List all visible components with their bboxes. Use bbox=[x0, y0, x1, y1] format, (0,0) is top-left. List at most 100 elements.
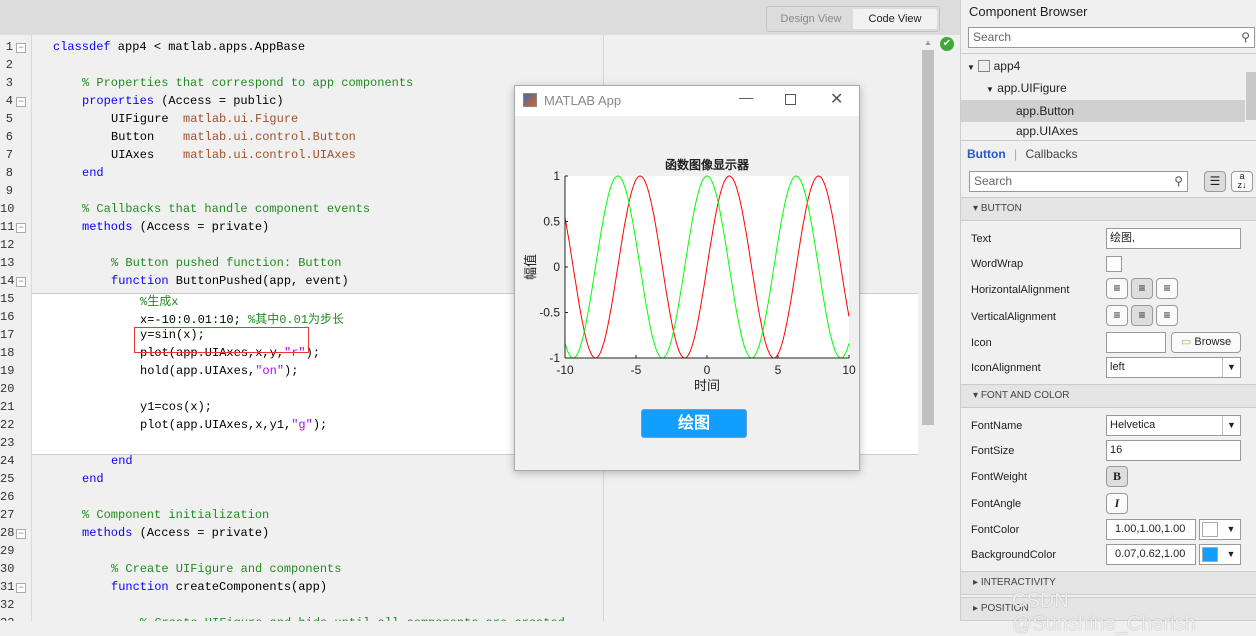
prop-label: FontName bbox=[971, 420, 1023, 432]
iconalignment-dropdown[interactable]: left ▼ bbox=[1106, 357, 1241, 378]
folder-icon: ▭ bbox=[1180, 336, 1192, 348]
code-line[interactable]: % Create UIFigure and components bbox=[111, 562, 341, 576]
code-view-button[interactable]: Code View bbox=[853, 9, 937, 29]
code-line[interactable]: Button matlab.ui.control.Button bbox=[111, 130, 356, 144]
code-line[interactable]: % Properties that correspond to app comp… bbox=[82, 76, 413, 90]
code-line[interactable]: % Component initialization bbox=[82, 508, 269, 522]
align-left-icon[interactable]: ≡ bbox=[1106, 278, 1128, 299]
code-line[interactable]: end bbox=[82, 472, 104, 486]
fontcolor-field[interactable]: 1.00,1.00,1.00 bbox=[1106, 519, 1196, 540]
code-line[interactable]: y1=cos(x); bbox=[140, 400, 212, 414]
fold-toggle-icon[interactable]: − bbox=[16, 277, 26, 287]
code-line[interactable]: % Button pushed function: Button bbox=[111, 256, 341, 270]
code-line[interactable]: plot(app.UIAxes,x,y1,"g"); bbox=[140, 418, 327, 432]
section-button[interactable]: ▾ BUTTON bbox=[961, 197, 1256, 221]
code-line[interactable]: classdef app4 < matlab.apps.AppBase bbox=[53, 40, 305, 54]
code-line[interactable]: methods (Access = private) bbox=[82, 220, 269, 234]
prop-label: Icon bbox=[971, 337, 992, 349]
italic-icon[interactable]: I bbox=[1106, 493, 1128, 514]
code-token: ButtonPushed(app, event) bbox=[168, 274, 349, 288]
code-line[interactable]: % Create UIFigure and hide until all com… bbox=[140, 616, 565, 621]
code-line[interactable]: function createComponents(app) bbox=[111, 580, 327, 594]
fold-toggle-icon[interactable]: − bbox=[16, 223, 26, 233]
line-number: 20 bbox=[0, 382, 15, 396]
code-line[interactable]: UIFigure matlab.ui.Figure bbox=[111, 112, 298, 126]
code-line[interactable]: end bbox=[111, 454, 133, 468]
code-token: matlab.ui.Figure bbox=[183, 112, 299, 126]
code-token: "on" bbox=[255, 364, 285, 378]
code-line[interactable]: UIAxes matlab.ui.control.UIAxes bbox=[111, 148, 356, 162]
x-tick-label: 10 bbox=[842, 363, 856, 377]
maximize-icon[interactable] bbox=[785, 94, 796, 105]
text-field[interactable]: 绘图, bbox=[1106, 228, 1241, 249]
tab-button[interactable]: Button bbox=[967, 147, 1006, 161]
x-tick-label: 0 bbox=[704, 363, 711, 377]
code-line[interactable]: properties (Access = public) bbox=[82, 94, 284, 108]
align-center-icon[interactable]: ≡ bbox=[1131, 278, 1153, 299]
ui-axes[interactable]: -10 -5 0 5 10 -1 -0.5 0 0.5 1 函数图像显示器时间 幅值 bbox=[515, 146, 859, 396]
view-toggle: Design View Code View bbox=[766, 6, 940, 32]
line-number: 29 bbox=[0, 544, 15, 558]
y-tick-label: 0.5 bbox=[543, 215, 560, 229]
matlab-app-window: MATLAB App — ✕ -10 -5 0 5 10 -1 -0.5 0 0.5 1 函数图像显… bbox=[514, 85, 860, 471]
code-token: (Access = private) bbox=[132, 220, 270, 234]
plot-button[interactable]: 绘图 bbox=[641, 409, 747, 438]
fontsize-field[interactable]: 16 bbox=[1106, 440, 1241, 461]
line-number: 24 bbox=[0, 454, 15, 468]
code-line[interactable]: %生成x bbox=[140, 292, 178, 309]
tree-item-button[interactable]: app.Button bbox=[961, 100, 1245, 122]
code-token: x=-10:0.01:10; bbox=[140, 313, 249, 327]
code-line[interactable]: function ButtonPushed(app, event) bbox=[111, 274, 349, 288]
fold-toggle-icon[interactable]: − bbox=[16, 43, 26, 53]
align-top-icon[interactable]: ≡ bbox=[1106, 305, 1128, 326]
tree-scrollbar[interactable] bbox=[1246, 72, 1256, 120]
fontname-dropdown[interactable]: Helvetica ▼ bbox=[1106, 415, 1241, 436]
icon-field[interactable] bbox=[1106, 332, 1166, 353]
line-number: 11 bbox=[0, 220, 15, 234]
design-view-button[interactable]: Design View bbox=[769, 9, 853, 29]
align-right-icon[interactable]: ≡ bbox=[1156, 278, 1178, 299]
chevron-down-icon: ▼ bbox=[1222, 358, 1240, 377]
app-title: MATLAB App bbox=[544, 93, 622, 108]
code-line[interactable]: hold(app.UIAxes,"on"); bbox=[140, 364, 298, 378]
backgroundcolor-field[interactable]: 0.07,0.62,1.00 bbox=[1106, 544, 1196, 565]
prop-label: FontAngle bbox=[971, 498, 1022, 510]
browse-button[interactable]: ▭ Browse bbox=[1171, 332, 1241, 353]
section-font-color[interactable]: ▾ FONT AND COLOR bbox=[961, 384, 1256, 408]
fold-toggle-icon[interactable]: − bbox=[16, 529, 26, 539]
section-label: BUTTON bbox=[980, 203, 1022, 214]
tab-callbacks[interactable]: Callbacks bbox=[1025, 147, 1077, 161]
code-line[interactable]: end bbox=[82, 166, 104, 180]
sort-az-icon[interactable]: a z↓ bbox=[1231, 171, 1253, 192]
backgroundcolor-picker[interactable]: ▼ bbox=[1199, 544, 1241, 565]
fold-toggle-icon[interactable]: − bbox=[16, 97, 26, 107]
group-view-icon[interactable]: ☰ bbox=[1204, 171, 1226, 192]
align-middle-icon[interactable]: ≡ bbox=[1131, 305, 1153, 326]
code-line[interactable]: % Callbacks that handle component events bbox=[82, 202, 370, 216]
minimize-icon[interactable]: — bbox=[739, 89, 753, 105]
code-token: methods bbox=[82, 526, 133, 540]
property-search-input[interactable]: Search ⚲ bbox=[969, 171, 1188, 192]
expand-icon[interactable]: ▼ bbox=[986, 85, 994, 94]
tree-item-uiaxes[interactable]: app.UIAxes bbox=[1016, 124, 1078, 138]
tree-item-app4[interactable]: app4 bbox=[994, 59, 1021, 73]
color-swatch bbox=[1202, 522, 1218, 537]
line-number: 1 bbox=[5, 40, 13, 54]
fold-toggle-icon[interactable]: − bbox=[16, 583, 26, 593]
code-line[interactable]: x=-10:0.01:10; %其中0.01为步长 bbox=[140, 310, 344, 327]
align-bottom-icon[interactable]: ≡ bbox=[1156, 305, 1178, 326]
wordwrap-checkbox[interactable] bbox=[1106, 256, 1122, 272]
editor-scrollbar[interactable]: ▲ bbox=[921, 38, 935, 438]
fontcolor-picker[interactable]: ▼ bbox=[1199, 519, 1241, 540]
expand-icon[interactable]: ▼ bbox=[967, 63, 975, 72]
component-search-input[interactable]: Search ⚲ bbox=[968, 27, 1255, 48]
close-icon[interactable]: ✕ bbox=[830, 89, 843, 109]
tree-item-uifigure[interactable]: app.UIFigure bbox=[997, 81, 1066, 95]
bold-icon[interactable]: B bbox=[1106, 466, 1128, 487]
code-token: createComponents(app) bbox=[168, 580, 328, 594]
prop-label: FontColor bbox=[971, 524, 1020, 536]
code-line[interactable]: methods (Access = private) bbox=[82, 526, 269, 540]
code-token: %生成x bbox=[140, 295, 179, 309]
code-token: % Create UIFigure and components bbox=[111, 562, 342, 576]
app-title-bar: MATLAB App — ✕ bbox=[515, 86, 859, 116]
